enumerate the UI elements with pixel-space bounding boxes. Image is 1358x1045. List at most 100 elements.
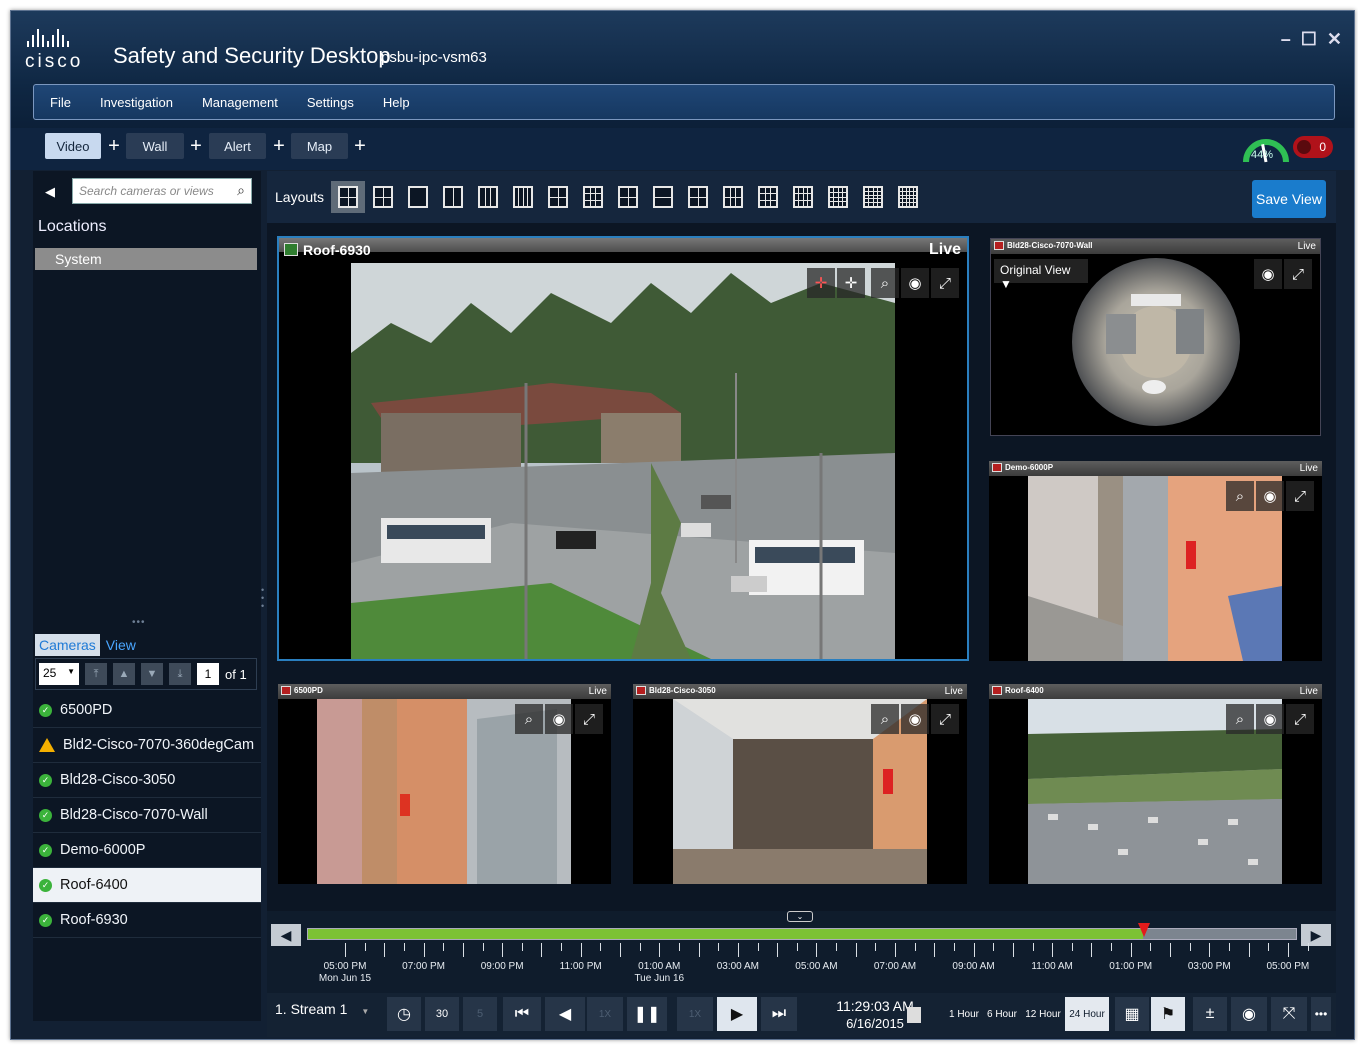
expand-icon[interactable]: ⤢ [931, 268, 959, 298]
zoom-icon[interactable]: ⌕ [871, 704, 899, 734]
video-tile-6500pd[interactable]: 6500PD Live ⌕ ◉ ⤢ [278, 684, 611, 884]
tab-alert[interactable]: Alert [209, 133, 266, 159]
play-icon[interactable]: ▶ [717, 997, 757, 1031]
layout-option-icon[interactable] [506, 181, 540, 213]
stream-select[interactable]: 1. Stream 1 ▼ [275, 1001, 369, 1017]
camera-item[interactable]: ✓ Roof-6930 [33, 903, 261, 938]
layout-option-icon[interactable] [786, 181, 820, 213]
snapshot-icon[interactable]: ◉ [901, 268, 929, 298]
tab-wall[interactable]: Wall [126, 133, 184, 159]
add-map-tab-button[interactable]: + [350, 133, 370, 159]
search-icon[interactable]: ⌕ [237, 182, 245, 199]
menu-help[interactable]: Help [383, 95, 410, 110]
camera-item[interactable]: Bld2-Cisco-7070-360degCam [33, 728, 261, 763]
camera-item[interactable]: ✓ Bld28-Cisco-7070-Wall [33, 798, 261, 833]
more-icon[interactable]: ••• [1311, 997, 1331, 1031]
snapshot-icon[interactable]: ◉ [1256, 481, 1284, 511]
range-6-hour[interactable]: 6 Hour [983, 997, 1021, 1031]
layout-option-icon[interactable] [471, 181, 505, 213]
expand-icon[interactable]: ⤢ [1284, 259, 1312, 289]
close-button[interactable]: ✕ [1327, 29, 1342, 50]
fullscreen-icon[interactable]: ⤧ [1271, 997, 1307, 1031]
skip-back-icon[interactable]: 30 [425, 997, 459, 1031]
splitter-grip-icon[interactable]: ••• [132, 617, 146, 628]
layout-option-icon[interactable] [751, 181, 785, 213]
view-mode-dropdown[interactable]: Original View ▼ [994, 259, 1088, 291]
layout-option-icon[interactable] [401, 181, 435, 213]
zoom-icon[interactable]: ⌕ [871, 268, 899, 298]
jump-start-icon[interactable]: ⏮ [503, 997, 541, 1031]
camera-item[interactable]: ✓ 6500PD [33, 693, 261, 728]
snapshot-icon[interactable]: ◉ [901, 704, 929, 734]
menu-settings[interactable]: Settings [307, 95, 354, 110]
collapse-panel-icon[interactable]: ◀ [45, 184, 55, 200]
prev-page-icon[interactable]: ▲ [113, 663, 135, 685]
alarm-toggle[interactable]: 0 [1293, 136, 1333, 158]
camera-item-selected[interactable]: ✓ Roof-6400 [33, 868, 261, 903]
last-page-icon[interactable]: ⤓ [169, 663, 191, 685]
forward-speed-button[interactable]: 1X [677, 997, 713, 1031]
jump-end-icon[interactable]: ⏭ [761, 997, 797, 1031]
add-alert-tab-button[interactable]: + [269, 133, 289, 159]
tab-cameras[interactable]: Cameras [35, 634, 100, 656]
menu-investigation[interactable]: Investigation [100, 95, 173, 110]
expand-icon[interactable]: ⤢ [1286, 704, 1314, 734]
bookmark-icon[interactable]: ± [1193, 997, 1227, 1031]
location-system[interactable]: System [35, 248, 257, 270]
next-page-icon[interactable]: ▼ [141, 663, 163, 685]
timeline-forward-icon[interactable]: ▶ [1301, 924, 1331, 946]
page-number-input[interactable]: 1 [197, 663, 219, 685]
health-gauge-icon[interactable] [1240, 126, 1292, 168]
layout-option-icon[interactable] [541, 181, 575, 213]
filmstrip-icon[interactable]: ▦ [1115, 997, 1149, 1031]
collapse-timeline-icon[interactable]: ⌄ [787, 911, 813, 922]
reverse-speed-button[interactable]: 1X [587, 997, 623, 1031]
calendar-icon[interactable] [907, 1007, 921, 1023]
layout-option-icon[interactable] [366, 181, 400, 213]
layout-option-icon[interactable] [436, 181, 470, 213]
expand-icon[interactable]: ⤢ [575, 704, 603, 734]
layout-option-icon[interactable] [611, 181, 645, 213]
expand-icon[interactable]: ⤢ [1286, 481, 1314, 511]
search-input[interactable]: Search cameras or views ⌕ [72, 178, 252, 204]
expand-icon[interactable]: ⤢ [931, 704, 959, 734]
add-video-tab-button[interactable]: + [104, 133, 124, 159]
tab-map[interactable]: Map [291, 133, 348, 159]
range-1-hour[interactable]: 1 Hour [945, 997, 983, 1031]
layout-option-icon[interactable] [576, 181, 610, 213]
clock-icon[interactable]: ◷ [387, 997, 421, 1031]
snapshot-icon[interactable]: ◉ [545, 704, 573, 734]
video-tile-bld28-cisco-3050[interactable]: Bld28-Cisco-3050 Live ⌕ ◉ ⤢ [633, 684, 967, 884]
maximize-button[interactable]: ☐ [1301, 29, 1317, 50]
snapshot-icon[interactable]: ◉ [1231, 997, 1267, 1031]
layout-option-icon[interactable] [891, 181, 925, 213]
playhead-marker-icon[interactable] [1137, 923, 1150, 937]
skip-forward-icon[interactable]: 5 [463, 997, 497, 1031]
page-size-select[interactable]: 25 ▼ [39, 663, 79, 685]
menu-management[interactable]: Management [202, 95, 278, 110]
layout-option-icon[interactable] [716, 181, 750, 213]
zoom-icon[interactable]: ⌕ [515, 704, 543, 734]
video-tile-roof-6400[interactable]: Roof-6400 Live ⌕ ◉ ⤢ [989, 684, 1322, 884]
video-tile-demo-6000p[interactable]: Demo-6000P Live ⌕ ◉ ⤢ [989, 461, 1322, 661]
timeline-back-icon[interactable]: ◀ [271, 924, 301, 946]
tab-video[interactable]: Video [45, 133, 101, 159]
save-view-button[interactable]: Save View [1252, 180, 1326, 218]
layout-option-icon[interactable] [331, 181, 365, 213]
zoom-icon[interactable]: ⌕ [1226, 481, 1254, 511]
menu-file[interactable]: File [50, 95, 71, 110]
snapshot-icon[interactable]: ◉ [1256, 704, 1284, 734]
layout-option-icon[interactable] [646, 181, 680, 213]
zoom-icon[interactable]: ⌕ [1226, 704, 1254, 734]
move-icon[interactable]: ✛ [837, 268, 865, 298]
camera-item[interactable]: ✓ Bld28-Cisco-3050 [33, 763, 261, 798]
layout-option-icon[interactable] [681, 181, 715, 213]
step-back-icon[interactable]: ◀ [545, 997, 585, 1031]
snapshot-icon[interactable]: ◉ [1254, 259, 1282, 289]
video-tile-bld28-cisco-7070-wall[interactable]: Bld28-Cisco-7070-Wall Live Original View … [990, 238, 1321, 436]
ptz-icon[interactable]: ✛ [807, 268, 835, 298]
camera-item[interactable]: ✓ Demo-6000P [33, 833, 261, 868]
minimize-button[interactable]: – [1281, 29, 1291, 50]
video-tile-roof-6930[interactable]: Roof-6930 Live ✛ ✛ ⌕ ◉ ⤢ [277, 236, 969, 661]
range-24-hour[interactable]: 24 Hour [1065, 997, 1109, 1031]
